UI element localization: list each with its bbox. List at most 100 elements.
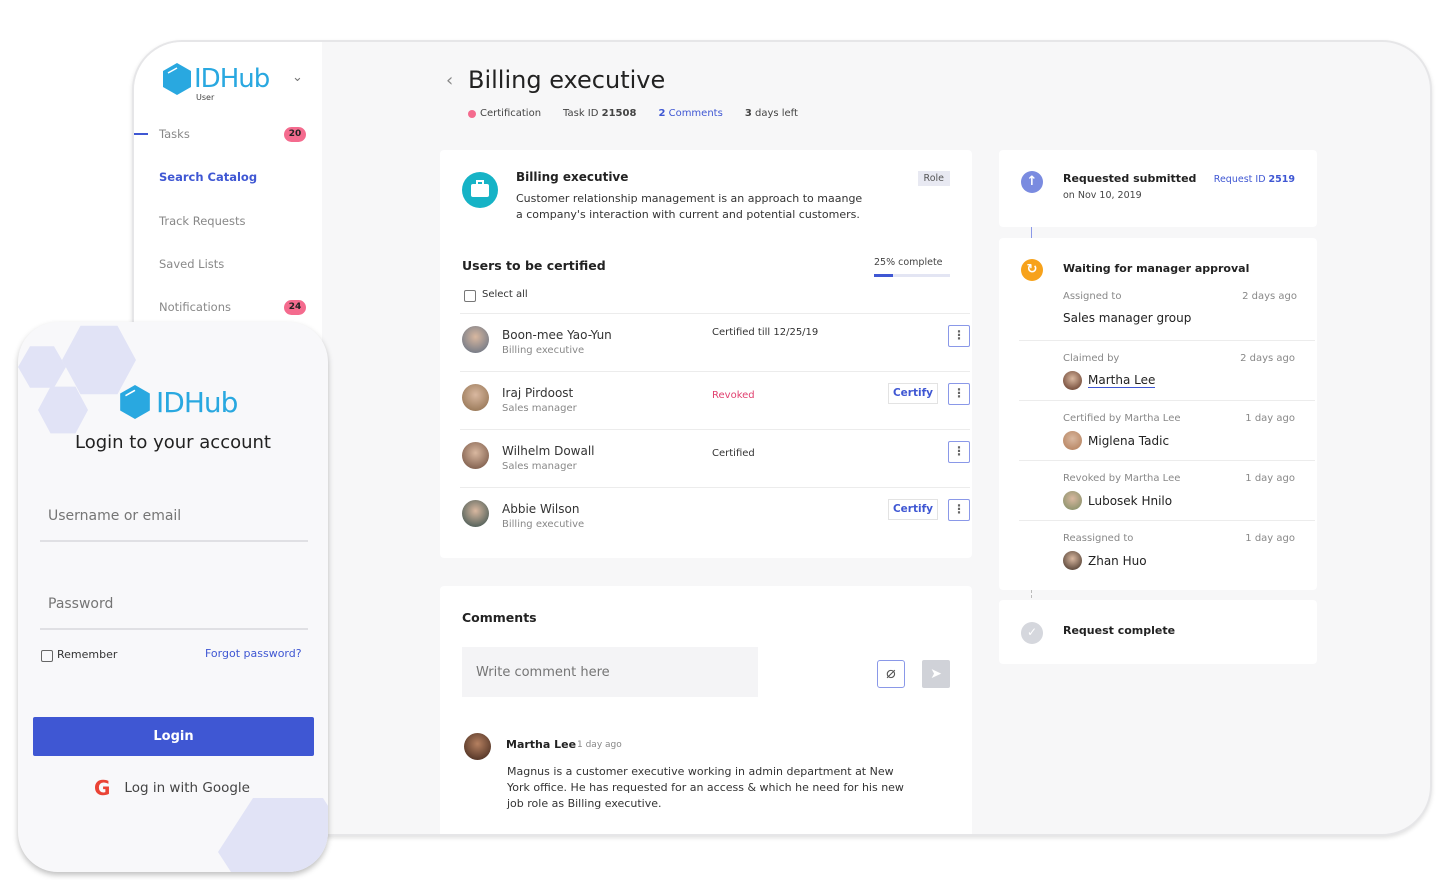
- select-all-label: Select all: [482, 289, 528, 300]
- timeline-waiting: ↻ Waiting for manager approval Assigned …: [999, 238, 1317, 590]
- chevron-down-icon[interactable]: ⌄: [292, 70, 303, 85]
- login-button[interactable]: Login: [33, 717, 314, 756]
- more-options-icon[interactable]: ⋮: [948, 499, 970, 521]
- user-role: Sales manager: [502, 403, 577, 414]
- comment-text-3: job role as Billing executive.: [507, 797, 662, 810]
- comments-link[interactable]: 2 Comments: [658, 108, 722, 119]
- forgot-password-link[interactable]: Forgot password?: [205, 647, 302, 660]
- event-label: Reassigned to: [1063, 533, 1134, 544]
- days-left-count: 3: [744, 108, 752, 119]
- role-description-1: Customer relationship management is an a…: [516, 192, 863, 205]
- brand-subtitle: User: [196, 93, 215, 102]
- remember-checkbox[interactable]: [41, 650, 53, 662]
- event-time: 2 days ago: [1240, 353, 1295, 364]
- avatar: [462, 500, 489, 527]
- tasks-badge: 20: [284, 127, 306, 142]
- task-id: 21508: [601, 108, 637, 119]
- timeline-event: Revoked by Martha Lee 1 day ago Lubosek …: [1019, 460, 1315, 520]
- event-time: 1 day ago: [1245, 473, 1295, 484]
- submitted-date: on Nov 10, 2019: [1063, 190, 1142, 201]
- submitted-title: Requested submitted: [1063, 172, 1197, 185]
- google-icon: G: [94, 776, 111, 800]
- google-login-button[interactable]: G Log in with Google: [94, 776, 250, 800]
- role-title: Billing executive: [516, 170, 629, 184]
- login-panel: IDHub Login to your account Remember For…: [18, 322, 328, 872]
- more-options-icon[interactable]: ⋮: [948, 441, 970, 463]
- comment-author: Martha Lee: [506, 738, 577, 751]
- certify-button[interactable]: Certify: [888, 499, 938, 520]
- user-name: Wilhelm Dowall: [502, 444, 595, 458]
- task-type: Certification: [480, 108, 542, 119]
- progress-bar: [874, 274, 950, 277]
- certification-status: Revoked: [712, 390, 755, 401]
- sidebar-item-track-requests[interactable]: Track Requests: [159, 214, 245, 228]
- comment-input[interactable]: [462, 647, 758, 697]
- sidebar-item-search-catalog[interactable]: Search Catalog: [159, 170, 257, 184]
- table-row: Wilhelm Dowall Sales manager Certified ⋮: [460, 429, 970, 487]
- password-input[interactable]: [40, 580, 308, 630]
- event-label: Revoked by Martha Lee: [1063, 473, 1181, 484]
- login-title: Login to your account: [75, 432, 271, 453]
- sidebar-item-saved-lists[interactable]: Saved Lists: [159, 257, 224, 271]
- progress-label: 25% complete: [874, 257, 943, 268]
- users-section-title: Users to be certified: [462, 258, 606, 273]
- timeline-event: Certified by Martha Lee 1 day ago Miglen…: [1019, 400, 1315, 460]
- event-time: 1 day ago: [1245, 413, 1295, 424]
- table-row: Iraj Pirdoost Sales manager Revoked Cert…: [460, 371, 970, 429]
- user-role: Billing executive: [502, 345, 585, 356]
- role-badge: Role: [917, 171, 950, 186]
- timeline-event: Reassigned to 1 day ago Zhan Huo: [1019, 520, 1315, 580]
- username-input[interactable]: [40, 492, 308, 542]
- remember-label: Remember: [57, 648, 118, 661]
- task-id-label: Task ID: [563, 108, 599, 119]
- comments-title: Comments: [462, 610, 537, 625]
- hexagon-decoration: [218, 798, 328, 872]
- back-chevron-icon[interactable]: ‹: [446, 70, 453, 91]
- more-options-icon[interactable]: ⋮: [948, 383, 970, 405]
- more-options-icon[interactable]: ⋮: [948, 325, 970, 347]
- refresh-icon: ↻: [1021, 259, 1043, 281]
- sidebar-item-notifications[interactable]: Notifications: [159, 300, 231, 314]
- table-row: Abbie Wilson Billing executive Certify ⋮: [460, 487, 970, 545]
- brand-name: IDHub: [194, 64, 270, 94]
- certify-button[interactable]: Certify: [888, 383, 938, 404]
- user-name: Abbie Wilson: [502, 502, 580, 516]
- event-person: Zhan Huo: [1088, 553, 1147, 568]
- table-row: Boon-mee Yao-Yun Billing executive Certi…: [460, 313, 970, 371]
- hexagon-decoration: [18, 346, 66, 388]
- user-name: Iraj Pirdoost: [502, 386, 574, 400]
- timeline-complete: ✓ Request complete: [999, 600, 1317, 664]
- meta-bar: Certification Task ID 21508 2 Comments 3…: [468, 108, 798, 119]
- active-indicator: [134, 133, 148, 135]
- days-left-label: days left: [754, 108, 798, 119]
- send-icon[interactable]: ➤: [922, 660, 950, 688]
- comments-card: Comments ⌀ ➤ Martha Lee 1 day ago Magnus…: [440, 586, 972, 834]
- select-all-checkbox[interactable]: [464, 290, 476, 302]
- sidebar-item-tasks[interactable]: Tasks: [159, 127, 190, 141]
- idhub-logo-icon: [120, 385, 150, 419]
- page-title: Billing executive: [468, 66, 666, 94]
- idhub-logo-icon: [163, 63, 191, 95]
- event-time: 1 day ago: [1245, 533, 1295, 544]
- attach-paperclip-icon[interactable]: ⌀: [877, 660, 905, 688]
- assigned-time: 2 days ago: [1242, 291, 1297, 302]
- certification-card: Billing executive Role Customer relation…: [440, 150, 972, 558]
- event-label: Claimed by: [1063, 353, 1120, 364]
- login-brand: IDHub: [156, 386, 238, 419]
- event-person[interactable]: Martha Lee: [1088, 373, 1156, 388]
- user-role: Sales manager: [502, 461, 577, 472]
- request-id-link[interactable]: Request ID 2519: [1214, 174, 1295, 185]
- assigned-value: Sales manager group: [1063, 311, 1192, 325]
- avatar: [462, 442, 489, 469]
- briefcase-icon: [462, 172, 498, 208]
- comment-text-2: York office. He has requested for an acc…: [507, 781, 904, 794]
- user-role: Billing executive: [502, 519, 585, 530]
- assigned-label: Assigned to: [1063, 291, 1122, 302]
- notifications-badge: 24: [284, 300, 306, 315]
- avatar: [462, 326, 489, 353]
- event-person: Lubosek Hnilo: [1088, 493, 1173, 508]
- role-description-2: a company's interaction with current and…: [516, 208, 860, 221]
- avatar: [462, 384, 489, 411]
- arrow-up-icon: ↑: [1021, 171, 1043, 193]
- complete-title: Request complete: [1063, 624, 1176, 637]
